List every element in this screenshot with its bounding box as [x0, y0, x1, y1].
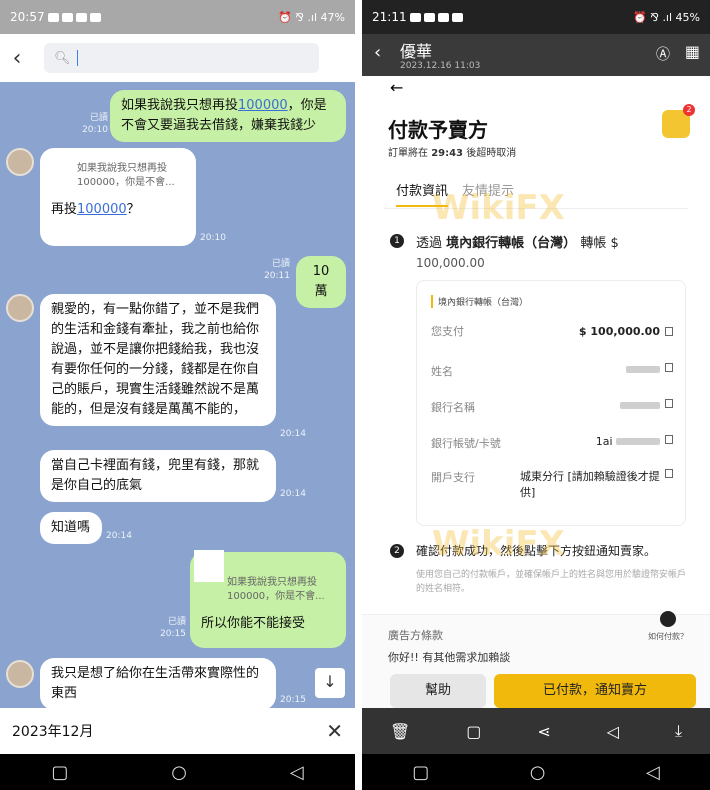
notification-icon [451, 12, 463, 22]
message-bubble-in[interactable]: 知道嗎 [40, 512, 102, 544]
date-bar: 2023年12月 ✕ [0, 708, 355, 754]
payment-page: ← 付款予賣方 訂單將在 29:43 後超時取消 2 付款資訊 友情提示 Wik… [362, 76, 710, 708]
bank-info-card: 境內銀行轉帳（台灣） 您支付 $ 100,000.00 姓名 銀行名稱 銀行帳號… [416, 280, 686, 526]
name-row: 姓名 [431, 363, 673, 379]
seller-header: ‹ 優華 2023.12.16 11:03 Ⓐ ▦ [362, 34, 710, 76]
status-time: 20:57 [10, 10, 45, 24]
notification-icon [47, 12, 59, 22]
avatar[interactable] [6, 660, 34, 688]
message-time: 20:15 [280, 695, 306, 705]
status-bar: 20:57 ⏰ ⅋ .ıl 47% [0, 0, 355, 34]
scroll-down-arrow-icon[interactable]: ↓ [315, 668, 345, 698]
message-time: 20:14 [280, 489, 306, 499]
copy-icon[interactable] [665, 399, 673, 408]
how-to-pay[interactable]: 如何付款？ [646, 611, 690, 642]
share-icon[interactable]: ⋖ [537, 722, 550, 741]
avatar[interactable] [6, 294, 34, 322]
chat-messages[interactable]: 已讀 20:10 如果我說我只想再投100000，你是不會又要逼我去借錢，嫌棄我錢… [0, 82, 355, 710]
step1-amount: 100,000.00 [416, 256, 485, 270]
notification-icon [409, 12, 421, 22]
step-number: 1 [390, 234, 404, 248]
download-icon[interactable]: ⤓ [675, 721, 682, 741]
step1-text: 透過 境內銀行轉帳（台灣） 轉帳 $ [416, 236, 619, 251]
exchange-phone: 21:11 ⏰ ⅋ .ıl 45% ‹ 優華 2023.12.16 11:03 … [362, 0, 710, 790]
notification-icon [61, 12, 73, 22]
account-number-row: 銀行帳號/卡號 1ai [431, 435, 673, 451]
step-number: 2 [390, 544, 404, 558]
seller-name: 優華 [400, 42, 433, 61]
message-bubble-in[interactable]: 親愛的，有一點你錯了，並不是我們的生活和金錢有牽扯，我之前也給你說過，並不是讓你… [40, 294, 276, 426]
recents-icon[interactable]: ▢ [51, 762, 68, 783]
message-time: 20:14 [106, 531, 132, 541]
notification-icon [75, 12, 87, 22]
home-icon[interactable]: ○ [530, 762, 546, 783]
grid-menu-icon[interactable]: ▦ [685, 42, 700, 61]
countdown: 訂單將在 29:43 後超時取消 [388, 148, 517, 159]
message-time: 20:10 [200, 233, 226, 243]
back-arrow-icon[interactable]: ‹ [374, 42, 381, 63]
read-receipt: 已讀 20:11 [264, 259, 290, 281]
ad-text: 你好!! 有其他需求加賴談 [388, 651, 511, 664]
android-nav-bar: ▢ ○ ◁ [0, 754, 355, 790]
play-icon [660, 611, 676, 627]
message-bubble-out[interactable]: 如果我說我只想再投100000，你是不會... 所以你能不能接受 [190, 550, 346, 648]
close-icon[interactable]: ✕ [326, 719, 343, 743]
back-icon[interactable]: ◁ [646, 762, 660, 783]
unread-badge: 2 [683, 104, 695, 116]
page-title: 付款予賣方 [388, 118, 488, 142]
date-label: 2023年12月 [12, 724, 94, 740]
back-arrow-icon[interactable]: ← [390, 78, 403, 97]
chat-header: ‹ 🔍︎ [0, 34, 355, 82]
message-time: 20:14 [280, 429, 306, 439]
method-chip: 境內銀行轉帳（台灣） [431, 295, 528, 308]
watermark: WikiFX [432, 524, 565, 564]
read-receipt: 已讀 20:15 [160, 617, 186, 639]
status-right: ⏰ ⅋ .ıl 47% [278, 10, 345, 24]
copy-icon[interactable] [665, 469, 673, 478]
bank-name-row: 銀行名稱 [431, 399, 673, 415]
search-input[interactable]: 🔍︎ [44, 43, 319, 73]
status-bar: 21:11 ⏰ ⅋ .ıl 45% [362, 0, 710, 34]
avatar[interactable] [6, 148, 34, 176]
translate-icon[interactable]: Ⓐ [656, 44, 670, 64]
back-arrow-icon[interactable]: ‹ [0, 46, 34, 71]
back-icon[interactable]: ◁ [290, 762, 304, 783]
help-button[interactable]: 幫助 [390, 674, 486, 708]
pay-amount-row: 您支付 $ 100,000.00 [431, 323, 673, 339]
copy-icon[interactable] [665, 326, 673, 336]
status-time: 21:11 [372, 10, 407, 24]
crop-icon[interactable]: ▢ [466, 722, 481, 741]
phone-link[interactable]: 100000 [77, 202, 127, 217]
paid-notify-button[interactable]: 已付款，通知賣方 [494, 674, 696, 708]
copy-icon[interactable] [665, 435, 673, 444]
notification-icon [423, 12, 435, 22]
watermark: WikiFX [432, 188, 565, 228]
message-bubble-out[interactable]: 10萬 [296, 256, 346, 308]
search-icon: 🔍︎ [54, 50, 71, 66]
line-chat-phone: 20:57 ⏰ ⅋ .ıl 47% ‹ 🔍︎ 已讀 20:10 如果我說我只想再投… [0, 0, 355, 790]
message-bubble-in[interactable]: 當自己卡裡面有錢，兜里有錢，那就是你自己的底氣 [40, 450, 276, 502]
notification-icon [437, 12, 449, 22]
hint-text: 使用您自己的付款帳戶，並確保帳戶上的姓名與您用於驗證幣安帳戶的姓名相符。 [416, 570, 687, 594]
recents-icon[interactable]: ▢ [412, 762, 429, 783]
status-right: ⏰ ⅋ .ıl 45% [633, 10, 700, 24]
phone-link[interactable]: 100000 [238, 98, 288, 113]
edit-icon[interactable]: ◁ [607, 722, 619, 741]
home-icon[interactable]: ○ [171, 762, 187, 783]
message-bubble-out[interactable]: 如果我說我只想再投100000，你是不會又要逼我去借錢，嫌棄我錢少 [110, 90, 346, 142]
chat-icon[interactable]: 2 [662, 104, 695, 138]
trash-icon[interactable]: 🗑 [390, 722, 410, 741]
android-nav-bar: ▢ ○ ◁ [362, 754, 710, 790]
message-bubble-in[interactable]: 我只是想了給你在生活帶來實際性的東西 [40, 658, 276, 710]
notification-icon [89, 12, 101, 22]
screenshot-tools: 🗑 ▢ ⋖ ◁ ⤓ [362, 708, 710, 754]
redaction-patch [194, 550, 224, 582]
copy-icon[interactable] [665, 363, 673, 372]
message-bubble-in[interactable]: 如果我說我只想再投100000，你是不會... 再投100000？ [40, 148, 196, 246]
seller-date: 2023.12.16 11:03 [400, 61, 481, 71]
ad-title: 廣告方條款 [388, 629, 443, 642]
quoted-message[interactable]: 如果我說我只想再投100000，你是不會... [51, 154, 185, 200]
branch-row: 開戶支行 城東分行 [請加賴驗證後才提供] [431, 469, 673, 501]
read-receipt: 已讀 20:10 [82, 113, 108, 135]
